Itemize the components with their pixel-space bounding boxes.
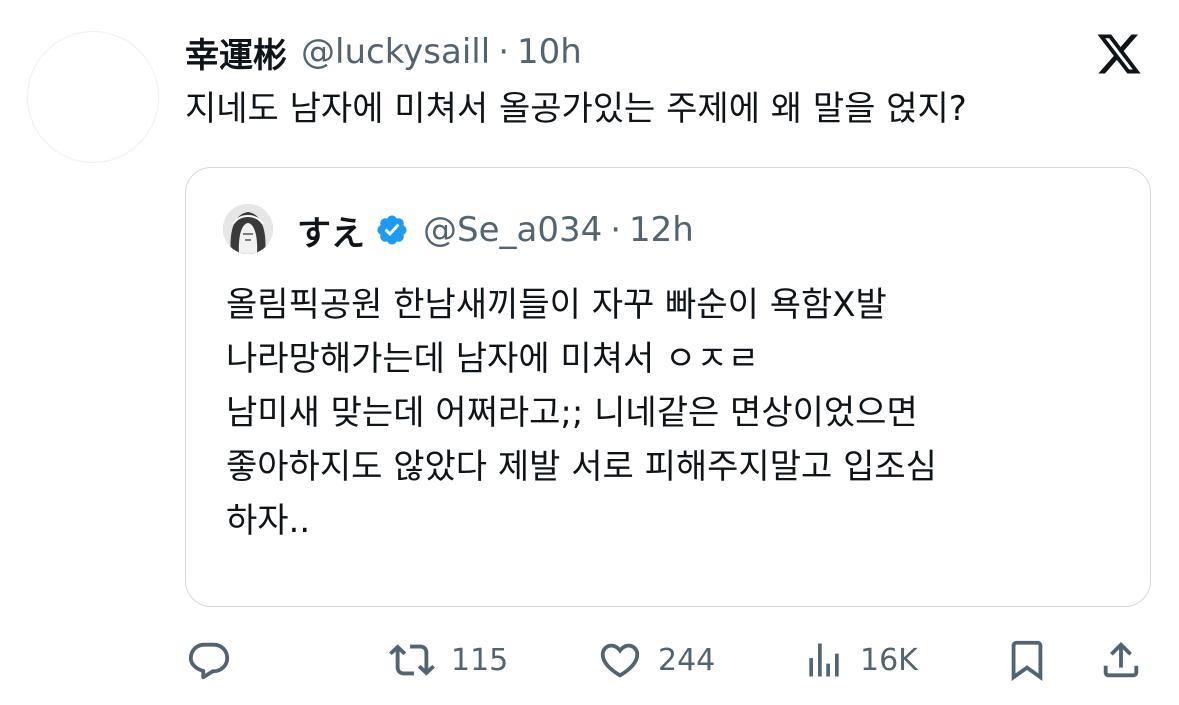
views-button[interactable]: 16K [802,630,918,690]
quoted-author-handle[interactable]: @Se_a034 [423,210,602,250]
quoted-text-line: 나라망해가는데 남자에 미쳐서 ㅇㅈㄹ [226,339,759,379]
avatar-illustration-icon [223,204,273,254]
share-icon [1103,641,1139,678]
quoted-header: すえ @Se_a034 · 12h [297,206,694,254]
views-icon [809,643,839,677]
quoted-author-name[interactable]: すえ [297,206,365,255]
header-separator: · [498,32,509,72]
retweet-icon [389,644,435,676]
reply-icon [188,642,230,680]
like-count: 244 [658,642,716,678]
retweet-button[interactable]: 115 [387,630,508,690]
quoted-text-line: 하자.. [226,501,311,541]
action-bar: 115 244 16K [0,630,1179,690]
quoted-tweet[interactable]: すえ @Se_a034 · 12h 올림픽공원 한남새끼들이 자꾸 빠순이 욕함… [185,167,1151,607]
retweet-count: 115 [451,642,509,678]
quoted-author-avatar[interactable] [223,204,273,254]
tweet-time[interactable]: 10h [517,32,582,72]
author-avatar[interactable] [27,31,159,163]
tweet-header: 幸運彬 @luckysaill · 10h [185,26,582,78]
like-button[interactable]: 244 [596,630,715,690]
author-handle[interactable]: @luckysaill [301,32,490,72]
bookmark-icon [1011,640,1043,681]
tweet-text: 지네도 남자에 미쳐서 올공가있는 주제에 왜 말을 얹지? [185,89,967,129]
quoted-text-line: 좋아하지도 않았다 제발 서로 피해주지말고 입조심 [226,447,937,487]
quoted-text-line: 남미새 맞는데 어쩌라고;; 니네같은 면상이었으면 [226,393,918,433]
quoted-text: 올림픽공원 한남새끼들이 자꾸 빠순이 욕함X발 나라망해가는데 남자에 미쳐서… [226,278,1126,548]
quoted-text-line: 올림픽공원 한남새끼들이 자꾸 빠순이 욕함X발 [226,285,887,325]
views-count: 16K [860,642,918,678]
reply-button[interactable] [186,630,232,690]
author-name[interactable]: 幸運彬 [185,28,287,77]
bookmark-button[interactable] [1004,630,1050,690]
x-logo-icon [1097,34,1141,74]
verified-badge-icon [377,215,407,245]
quoted-time[interactable]: 12h [629,210,694,250]
quoted-header-separator: · [610,210,622,250]
heart-icon [600,643,640,678]
share-button[interactable] [1098,630,1144,690]
